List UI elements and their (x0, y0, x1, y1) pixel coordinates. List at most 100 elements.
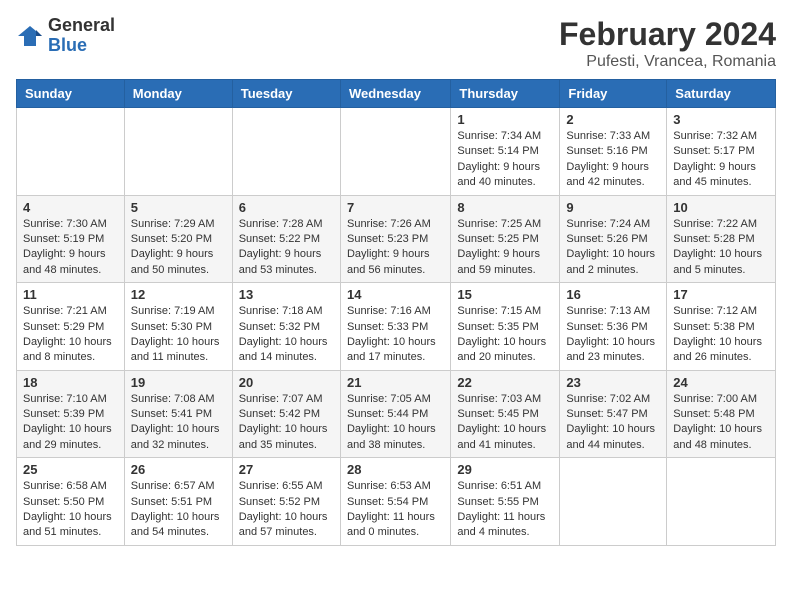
calendar-cell: 8 Sunrise: 7:25 AM Sunset: 5:25 PM Daylig… (451, 195, 560, 283)
calendar-table: SundayMondayTuesdayWednesdayThursdayFrid… (16, 79, 776, 546)
calendar-cell: 9 Sunrise: 7:24 AM Sunset: 5:26 PM Daylig… (560, 195, 667, 283)
calendar-cell (560, 458, 667, 546)
location-subtitle: Pufesti, Vrancea, Romania (559, 53, 776, 71)
day-number: 27 (239, 462, 334, 477)
day-info: Sunrise: 7:02 AM Sunset: 5:47 PM Dayligh… (566, 392, 660, 454)
day-number: 7 (347, 200, 444, 215)
day-info: Sunrise: 7:30 AM Sunset: 5:19 PM Dayligh… (23, 217, 118, 279)
logo-text: General Blue (48, 16, 115, 56)
calendar-cell: 3Sunrise: 7:32 AM Sunset: 5:17 PM Daylig… (667, 108, 776, 196)
logo-blue: Blue (48, 36, 115, 56)
calendar-week-3: 11 Sunrise: 7:21 AM Sunset: 5:29 PM Dayli… (17, 283, 776, 371)
day-number: 20 (239, 375, 334, 390)
logo-icon (16, 22, 44, 50)
calendar-cell (124, 108, 232, 196)
day-info: Sunrise: 7:03 AM Sunset: 5:45 PM Dayligh… (457, 392, 553, 454)
calendar-cell: 20Sunrise: 7:07 AM Sunset: 5:42 PM Dayli… (232, 370, 340, 458)
calendar-cell: 13 Sunrise: 7:18 AM Sunset: 5:32 PM Dayli… (232, 283, 340, 371)
day-number: 13 (239, 287, 334, 302)
calendar-cell: 2Sunrise: 7:33 AM Sunset: 5:16 PM Daylig… (560, 108, 667, 196)
calendar-cell: 7 Sunrise: 7:26 AM Sunset: 5:23 PM Daylig… (340, 195, 450, 283)
day-info: Sunrise: 7:00 AM Sunset: 5:48 PM Dayligh… (673, 392, 769, 454)
day-info: Sunrise: 7:10 AM Sunset: 5:39 PM Dayligh… (23, 392, 118, 454)
calendar-header-tuesday: Tuesday (232, 80, 340, 108)
day-info: Sunrise: 7:29 AM Sunset: 5:20 PM Dayligh… (131, 217, 226, 279)
day-info: Sunrise: 7:34 AM Sunset: 5:14 PM Dayligh… (457, 129, 553, 191)
day-number: 26 (131, 462, 226, 477)
calendar-cell: 11 Sunrise: 7:21 AM Sunset: 5:29 PM Dayli… (17, 283, 125, 371)
calendar-cell: 16 Sunrise: 7:13 AM Sunset: 5:36 PM Dayli… (560, 283, 667, 371)
day-info: Sunrise: 6:57 AM Sunset: 5:51 PM Dayligh… (131, 479, 226, 541)
calendar-cell: 6 Sunrise: 7:28 AM Sunset: 5:22 PM Daylig… (232, 195, 340, 283)
day-number: 28 (347, 462, 444, 477)
calendar-cell (232, 108, 340, 196)
calendar-week-1: 1 Sunrise: 7:34 AM Sunset: 5:14 PM Daylig… (17, 108, 776, 196)
day-number: 19 (131, 375, 226, 390)
day-number: 18 (23, 375, 118, 390)
calendar-cell (340, 108, 450, 196)
day-info: Sunrise: 7:18 AM Sunset: 5:32 PM Dayligh… (239, 304, 334, 366)
day-number: 2 (566, 112, 660, 127)
calendar-cell: 1 Sunrise: 7:34 AM Sunset: 5:14 PM Daylig… (451, 108, 560, 196)
day-info: Sunrise: 6:55 AM Sunset: 5:52 PM Dayligh… (239, 479, 334, 541)
calendar-cell: 10 Sunrise: 7:22 AM Sunset: 5:28 PM Dayli… (667, 195, 776, 283)
day-info: Sunrise: 6:53 AM Sunset: 5:54 PM Dayligh… (347, 479, 444, 541)
day-info: Sunrise: 7:15 AM Sunset: 5:35 PM Dayligh… (457, 304, 553, 366)
calendar-cell: 14 Sunrise: 7:16 AM Sunset: 5:33 PM Dayli… (340, 283, 450, 371)
day-info: Sunrise: 7:25 AM Sunset: 5:25 PM Dayligh… (457, 217, 553, 279)
calendar-cell: 25Sunrise: 6:58 AM Sunset: 5:50 PM Dayli… (17, 458, 125, 546)
day-number: 16 (566, 287, 660, 302)
day-number: 11 (23, 287, 118, 302)
day-number: 9 (566, 200, 660, 215)
calendar-header-sunday: Sunday (17, 80, 125, 108)
day-info: Sunrise: 7:28 AM Sunset: 5:22 PM Dayligh… (239, 217, 334, 279)
calendar-header-saturday: Saturday (667, 80, 776, 108)
day-info: Sunrise: 7:19 AM Sunset: 5:30 PM Dayligh… (131, 304, 226, 366)
logo-general: General (48, 16, 115, 36)
calendar-cell (667, 458, 776, 546)
calendar-header-wednesday: Wednesday (340, 80, 450, 108)
calendar-cell: 28 Sunrise: 6:53 AM Sunset: 5:54 PM Dayli… (340, 458, 450, 546)
title-block: February 2024 Pufesti, Vrancea, Romania (559, 16, 776, 71)
day-number: 25 (23, 462, 118, 477)
day-number: 8 (457, 200, 553, 215)
month-year-title: February 2024 (559, 16, 776, 53)
calendar-header-thursday: Thursday (451, 80, 560, 108)
day-number: 10 (673, 200, 769, 215)
day-number: 15 (457, 287, 553, 302)
day-info: Sunrise: 7:05 AM Sunset: 5:44 PM Dayligh… (347, 392, 444, 454)
day-info: Sunrise: 7:12 AM Sunset: 5:38 PM Dayligh… (673, 304, 769, 366)
calendar-week-2: 4 Sunrise: 7:30 AM Sunset: 5:19 PM Daylig… (17, 195, 776, 283)
day-info: Sunrise: 7:13 AM Sunset: 5:36 PM Dayligh… (566, 304, 660, 366)
day-number: 21 (347, 375, 444, 390)
page-header: General Blue February 2024 Pufesti, Vran… (16, 16, 776, 71)
calendar-cell: 26 Sunrise: 6:57 AM Sunset: 5:51 PM Dayli… (124, 458, 232, 546)
calendar-cell: 12Sunrise: 7:19 AM Sunset: 5:30 PM Dayli… (124, 283, 232, 371)
day-number: 6 (239, 200, 334, 215)
day-number: 24 (673, 375, 769, 390)
day-number: 29 (457, 462, 553, 477)
calendar-cell: 29Sunrise: 6:51 AM Sunset: 5:55 PM Dayli… (451, 458, 560, 546)
day-info: Sunrise: 7:24 AM Sunset: 5:26 PM Dayligh… (566, 217, 660, 279)
day-info: Sunrise: 7:08 AM Sunset: 5:41 PM Dayligh… (131, 392, 226, 454)
day-info: Sunrise: 7:21 AM Sunset: 5:29 PM Dayligh… (23, 304, 118, 366)
calendar-cell: 15 Sunrise: 7:15 AM Sunset: 5:35 PM Dayli… (451, 283, 560, 371)
calendar-cell (17, 108, 125, 196)
day-info: Sunrise: 7:16 AM Sunset: 5:33 PM Dayligh… (347, 304, 444, 366)
day-number: 4 (23, 200, 118, 215)
calendar-cell: 21 Sunrise: 7:05 AM Sunset: 5:44 PM Dayli… (340, 370, 450, 458)
calendar-header-monday: Monday (124, 80, 232, 108)
calendar-cell: 22Sunrise: 7:03 AM Sunset: 5:45 PM Dayli… (451, 370, 560, 458)
calendar-cell: 23Sunrise: 7:02 AM Sunset: 5:47 PM Dayli… (560, 370, 667, 458)
day-number: 14 (347, 287, 444, 302)
calendar-cell: 24 Sunrise: 7:00 AM Sunset: 5:48 PM Dayli… (667, 370, 776, 458)
calendar-cell: 4 Sunrise: 7:30 AM Sunset: 5:19 PM Daylig… (17, 195, 125, 283)
day-number: 1 (457, 112, 553, 127)
calendar-header-friday: Friday (560, 80, 667, 108)
day-info: Sunrise: 7:22 AM Sunset: 5:28 PM Dayligh… (673, 217, 769, 279)
calendar-week-5: 25Sunrise: 6:58 AM Sunset: 5:50 PM Dayli… (17, 458, 776, 546)
calendar-cell: 18 Sunrise: 7:10 AM Sunset: 5:39 PM Dayli… (17, 370, 125, 458)
day-info: Sunrise: 7:26 AM Sunset: 5:23 PM Dayligh… (347, 217, 444, 279)
calendar-cell: 5Sunrise: 7:29 AM Sunset: 5:20 PM Daylig… (124, 195, 232, 283)
calendar-cell: 19 Sunrise: 7:08 AM Sunset: 5:41 PM Dayli… (124, 370, 232, 458)
